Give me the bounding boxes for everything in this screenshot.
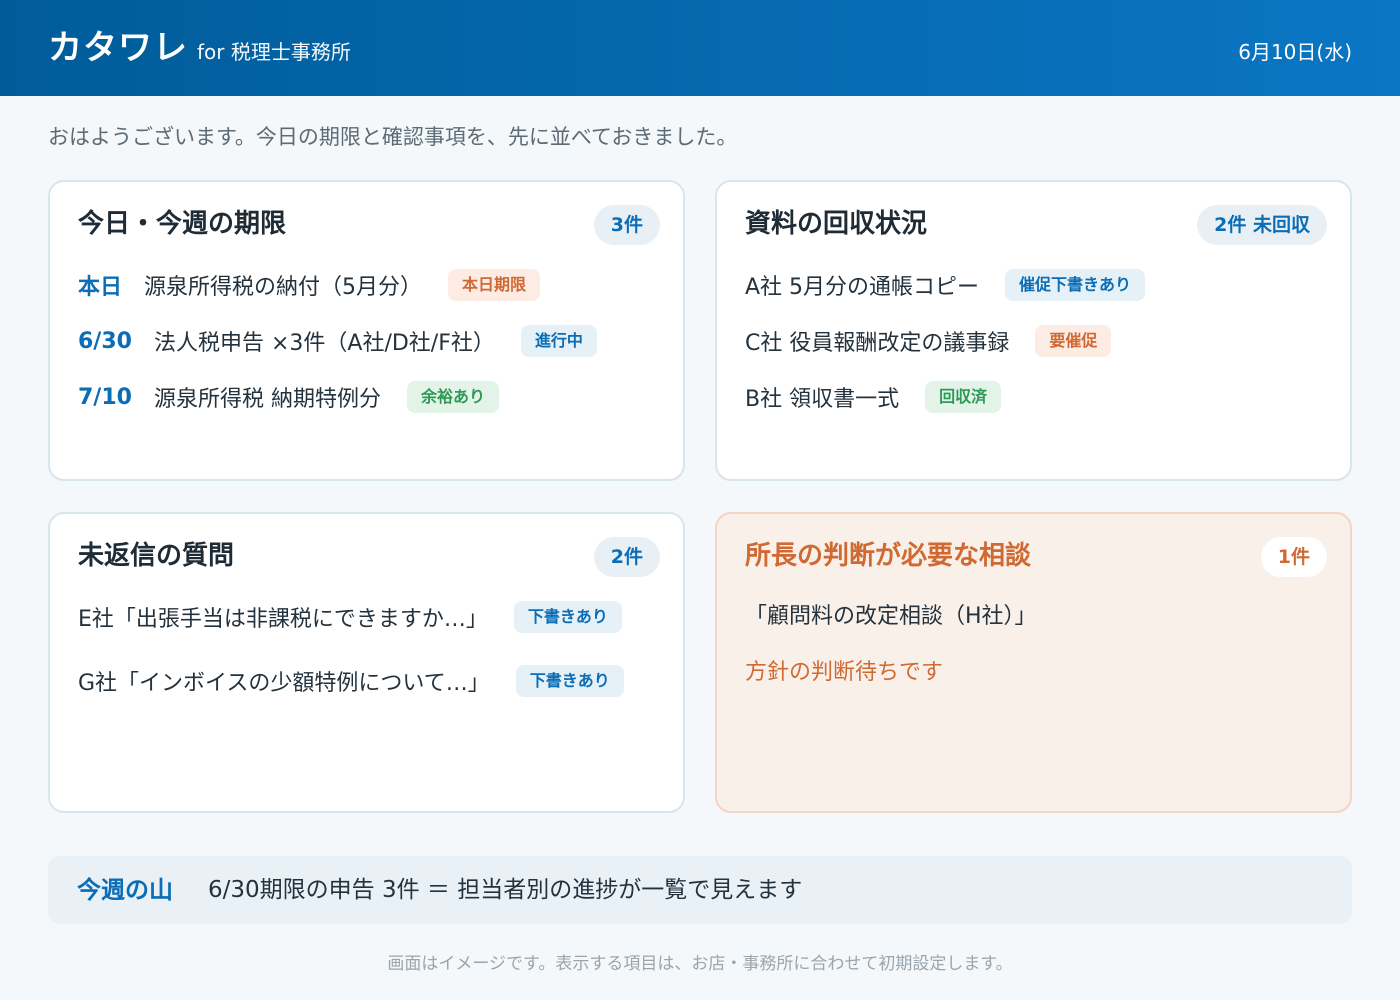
status-badge: 回収済 — [925, 381, 1002, 413]
status-badge: 本日期限 — [448, 269, 541, 301]
deadline-item[interactable]: 7/10 源泉所得税 納期特例分 余裕あり — [78, 379, 499, 415]
banner-text: 6/30期限の申告 3件 ＝ 担当者別の進捗が一覧で見えます — [208, 877, 803, 903]
consultation-item[interactable]: 「顧問料の改定相談（H社）」 — [745, 599, 1037, 635]
app-subtitle: for 税理士事務所 — [197, 40, 351, 64]
deadline-date: 6/30 — [78, 328, 132, 354]
deadline-item[interactable]: 本日 源泉所得税の納付（5月分） 本日期限 — [78, 267, 541, 303]
deadline-date: 本日 — [78, 275, 123, 300]
weekly-peak-banner: 今週の山 6/30期限の申告 3件 ＝ 担当者別の進捗が一覧で見えます — [48, 856, 1352, 924]
status-badge: 進行中 — [520, 325, 597, 357]
deadline-item[interactable]: 6/30 法人税申告 ×3件（A社/D社/F社） 進行中 — [78, 323, 597, 359]
questions-title: 未返信の質問 — [78, 541, 235, 571]
deadlines-count-badge: 3件 — [593, 205, 660, 245]
document-item[interactable]: B社 領収書一式 回収済 — [745, 379, 1002, 415]
question-item[interactable]: G社「インボイスの少額特例について…」 下書きあり — [78, 663, 624, 699]
status-badge: 要催促 — [1035, 325, 1112, 357]
deadline-text: 源泉所得税 納期特例分 — [153, 387, 381, 412]
deadline-text: 法人税申告 ×3件（A社/D社/F社） — [153, 331, 495, 356]
document-item[interactable]: C社 役員報酬改定の議事録 要催促 — [745, 323, 1112, 359]
deadline-text: 源泉所得税の納付（5月分） — [144, 275, 423, 300]
status-badge: 催促下書きあり — [1005, 269, 1146, 301]
consultation-title: 所長の判断が必要な相談 — [745, 541, 1032, 571]
documents-card[interactable]: 資料の回収状況 2件 未回収 A社 5月分の通帳コピー 催促下書きあり C社 役… — [715, 180, 1352, 481]
deadlines-card[interactable]: 今日・今週の期限 3件 本日 源泉所得税の納付（5月分） 本日期限 6/30 法… — [48, 180, 685, 481]
consultation-count-badge: 1件 — [1260, 537, 1327, 577]
documents-count-badge: 2件 未回収 — [1197, 205, 1327, 245]
footer-note: 画面はイメージです。表示する項目は、お店・事務所に合わせて初期設定します。 — [387, 954, 1013, 974]
greeting-message: おはようございます。今日の期限と確認事項を、先に並べておきました。 — [48, 125, 738, 149]
deadlines-title: 今日・今週の期限 — [78, 209, 287, 239]
banner-label: 今週の山 — [77, 876, 173, 904]
consultation-card[interactable]: 所長の判断が必要な相談 1件 「顧問料の改定相談（H社）」 方針の判断待ちです — [715, 512, 1352, 813]
document-text: A社 5月分の通帳コピー — [745, 275, 980, 300]
question-text: E社「出張手当は非課税にできますか…」 — [78, 607, 488, 632]
app-logo[interactable]: カタワレ — [48, 26, 188, 70]
app-header: カタワレ for 税理士事務所 6月10日(水) — [0, 0, 1400, 96]
document-text: C社 役員報酬改定の議事録 — [745, 331, 1010, 356]
status-badge: 下書きあり — [515, 665, 624, 697]
status-badge: 余裕あり — [406, 381, 499, 413]
question-item[interactable]: E社「出張手当は非課税にできますか…」 下書きあり — [78, 599, 622, 635]
document-item[interactable]: A社 5月分の通帳コピー 催促下書きあり — [745, 267, 1146, 303]
consultation-note: 方針の判断待ちです — [745, 660, 944, 685]
status-badge: 下書きあり — [513, 601, 622, 633]
header-date: 6月10日(水) — [1238, 40, 1352, 64]
questions-card[interactable]: 未返信の質問 2件 E社「出張手当は非課税にできますか…」 下書きあり G社「イ… — [48, 512, 685, 813]
documents-title: 資料の回収状況 — [745, 209, 928, 239]
deadline-date: 7/10 — [78, 384, 132, 410]
document-text: B社 領収書一式 — [745, 387, 900, 412]
questions-count-badge: 2件 — [593, 537, 660, 577]
question-text: G社「インボイスの少額特例について…」 — [78, 671, 490, 696]
